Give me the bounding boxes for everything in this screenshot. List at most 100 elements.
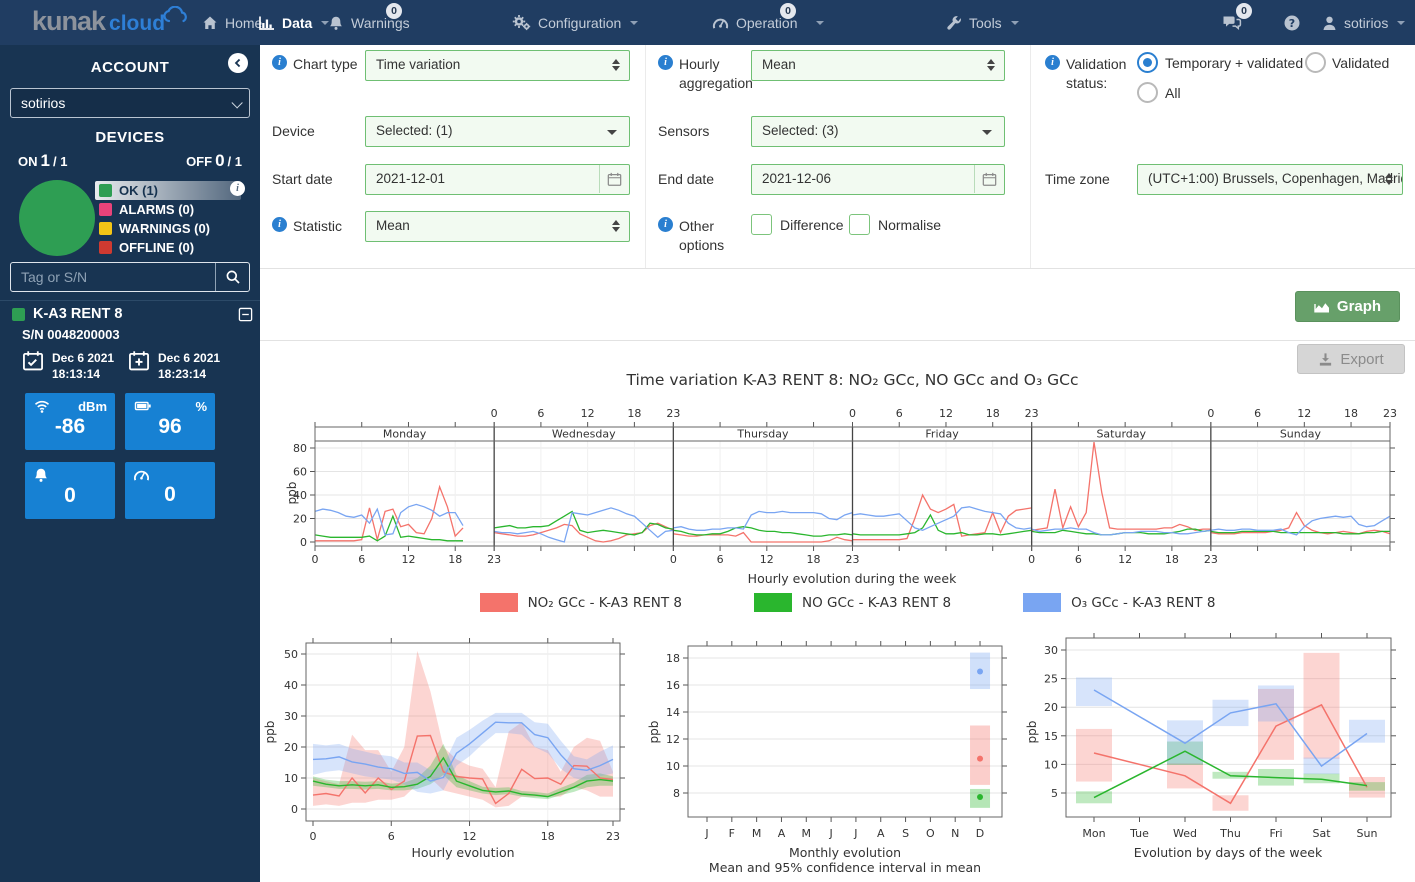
sensors-dropdown[interactable]: Selected: (3) [751,116,1005,147]
help-button[interactable]: ? [1283,0,1301,45]
svg-text:6: 6 [1254,407,1261,420]
device-dropdown[interactable]: Selected: (1) [365,116,630,147]
user-menu[interactable]: sotirios [1322,0,1406,45]
legend-item-no2[interactable]: NO₂ GCc - K-A3 RENT 8 [479,593,682,612]
legend-item-alarms[interactable]: ALARMS (0) [95,200,241,219]
svg-text:0: 0 [849,407,856,420]
minus-square-icon [238,307,253,322]
checkbox-label[interactable]: Difference [780,217,844,233]
chart-type-select[interactable]: Time variation [365,50,630,81]
info-icon[interactable]: i [272,217,287,232]
svg-text:A: A [778,827,786,840]
svg-text:Sunday: Sunday [1280,428,1322,441]
nav-item-warnings[interactable]: Warnings 0 [328,0,410,45]
radio-label[interactable]: All [1165,85,1181,101]
radio-label[interactable]: Validated [1332,55,1389,71]
devices-on-off-counts: ON 1/ 1 OFF 0/ 1 [0,151,260,171]
nav-item-data[interactable]: Data [258,0,330,45]
up-down-arrows-icon [1385,173,1393,185]
search-icon [226,270,240,284]
last-comm-date: Dec 6 2021 [52,351,115,365]
svg-text:80: 80 [293,442,307,455]
collapse-device-button[interactable] [238,307,253,327]
calendar-check-icon [23,351,43,371]
next-comm-date: Dec 6 2021 [158,351,221,365]
svg-text:Thu: Thu [1219,827,1241,840]
radio-label[interactable]: Temporary + validated [1165,55,1303,71]
alarms-tile[interactable]: 0 [25,462,115,519]
logo-cloud-text: cloud [109,12,166,35]
svg-text:40: 40 [284,679,298,692]
nav-item-configuration[interactable]: Configuration [512,0,639,45]
device-row[interactable]: K-A3 RENT 8 [12,306,122,322]
radio-all[interactable] [1137,82,1158,103]
signal-unit: dBm [78,398,107,414]
svg-text:8: 8 [673,787,680,800]
legend-item-warnings[interactable]: WARNINGS (0) [95,219,241,238]
graph-button[interactable]: Graph [1295,291,1400,322]
svg-text:Wednesday: Wednesday [552,428,616,441]
svg-text:N: N [951,827,959,840]
start-date-input[interactable]: 2021-12-01 [365,164,630,195]
messages-button[interactable]: 0 [1222,0,1252,45]
svg-text:18: 18 [807,553,821,566]
search-button[interactable] [215,263,249,291]
timezone-select[interactable]: (UTC+1:00) Brussels, Copenhagen, Madrid,… [1137,164,1403,195]
svg-text:23: 23 [1025,407,1039,420]
info-icon[interactable]: i [272,55,287,70]
device-search [10,262,250,292]
radio-temporary-validated[interactable] [1137,52,1158,73]
battery-tile[interactable]: % 96 [125,393,215,450]
svg-text:6: 6 [717,553,724,566]
svg-text:18: 18 [986,407,1000,420]
messages-badge: 0 [1236,3,1252,19]
app-logo[interactable]: kunak cloud [32,5,191,37]
device-status-donut[interactable] [19,180,95,256]
alarms-swatch [99,203,112,216]
legend-item-offline[interactable]: OFFLINE (0) [95,238,241,257]
search-input[interactable] [11,269,215,285]
calendar-icon[interactable] [974,165,1004,193]
svg-text:12: 12 [463,830,477,843]
statistic-select[interactable]: Mean [365,211,630,242]
end-date-input[interactable]: 2021-12-06 [751,164,1005,195]
svg-text:18: 18 [1344,407,1358,420]
svg-text:60: 60 [293,466,307,479]
chevron-down-icon [1397,20,1406,25]
svg-text:50: 50 [284,648,298,661]
svg-text:12: 12 [666,733,680,746]
svg-text:Monday: Monday [383,428,427,441]
legend-item-o3[interactable]: O₃ GCc - K-A3 RENT 8 [1023,593,1215,612]
legend-item-no[interactable]: NO GCc - K-A3 RENT 8 [754,593,951,612]
nav-item-label: Data [282,14,313,31]
legend-item-ok[interactable]: OK (1) [95,181,241,200]
device-name: K-A3 RENT 8 [33,306,123,322]
nav-item-tools[interactable]: Tools [946,0,1019,45]
info-icon[interactable]: i [658,217,673,232]
svg-text:ppb: ppb [263,721,277,744]
svg-text:20: 20 [1044,701,1058,714]
svg-text:0: 0 [300,536,307,549]
svg-text:Monthly evolution: Monthly evolution [789,845,901,860]
svg-text:12: 12 [1297,407,1311,420]
hourly-aggregation-select[interactable]: Mean [751,50,1005,81]
svg-text:0: 0 [670,553,677,566]
nav-item-home[interactable]: Home [202,0,262,45]
account-title: ACCOUNT [90,59,170,76]
normalise-checkbox[interactable] [849,214,870,235]
warnings-tile[interactable]: 0 [125,462,215,519]
difference-checkbox[interactable] [751,214,772,235]
calendar-icon[interactable] [599,165,629,193]
nav-item-operation[interactable]: Operation 0 [712,0,825,45]
info-icon[interactable]: i [1045,55,1060,70]
area-chart-icon [1314,303,1329,313]
battery-value: 96 [158,415,182,438]
radio-validated[interactable] [1305,52,1326,73]
info-icon[interactable]: i [658,55,673,70]
account-select[interactable]: sotirios [10,88,250,118]
signal-tile[interactable]: dBm -86 [25,393,115,450]
end-date-label: End date [658,171,715,187]
hourly-aggregation-label: i Hourly aggregation [658,55,753,93]
checkbox-label[interactable]: Normalise [878,217,941,233]
warnings-swatch [99,222,112,235]
